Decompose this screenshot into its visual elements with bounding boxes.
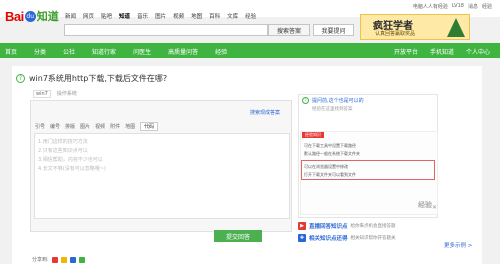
nav-map[interactable]: 地图 (191, 12, 202, 20)
tip-title-row: ? 提问前,这个也是可以的 (302, 97, 364, 104)
search-existing-link[interactable]: 搜索现成答案 (250, 109, 280, 116)
hint-line: 2.只有这些知识点可以 (38, 148, 88, 154)
cat-categories[interactable]: 分类 (34, 47, 46, 56)
nav-tieba[interactable]: 贴吧 (101, 12, 112, 20)
question-icon: ? (16, 74, 25, 83)
username[interactable]: 电脑人人有经验 (413, 3, 448, 10)
personal-center-link[interactable]: 个人中心 (466, 47, 490, 56)
renren-icon[interactable] (78, 256, 85, 263)
tip-subtitle: 经验在这里找到答案 (312, 107, 353, 112)
map-button[interactable]: 地图 (125, 123, 135, 130)
watermark: 经验 (418, 201, 432, 209)
search-input[interactable] (64, 24, 268, 36)
level-badge[interactable]: LV18 (452, 3, 464, 10)
video-button[interactable]: 视频 (95, 123, 105, 130)
experience-tag: 经验知识 (302, 132, 324, 138)
messages-link[interactable]: 消息 (468, 3, 478, 10)
nav-web[interactable]: 网页 (83, 12, 94, 20)
question-icon: ? (302, 97, 309, 104)
quote-button[interactable]: 引号 (35, 123, 45, 130)
tip-title[interactable]: 提问前,这个也是可以的 (312, 97, 364, 104)
question-title: win7系统用http下载,下载后文件在哪? (29, 74, 168, 83)
cat-home[interactable]: 首页 (5, 47, 17, 56)
question-meta: win7 操作系统 (33, 90, 77, 98)
submit-answer-button[interactable]: 提交回答 (214, 230, 262, 242)
cat-community[interactable]: 公社 (63, 47, 75, 56)
related-icon: ✚ (298, 234, 306, 242)
feature-row[interactable]: ▶ 直播回答知识点 给你来点机会直接答题 (298, 222, 396, 230)
attachment-button[interactable]: 附件 (110, 123, 120, 130)
cat-experts[interactable]: 知道行家 (92, 47, 116, 56)
nav-wenku[interactable]: 文库 (227, 12, 238, 20)
question-category[interactable]: 操作系统 (57, 90, 77, 98)
category-bar: 首页 分类 公社 知道行家 问医生 高质量问答 经验 开放平台 手机知道 个人中… (0, 43, 500, 58)
nav-news[interactable]: 新闻 (65, 12, 76, 20)
sample-line: 默认路径一般在系统下载文件夹 (304, 151, 360, 156)
numbering-button[interactable]: 编号 (50, 123, 60, 130)
nav-music[interactable]: 音乐 (137, 12, 148, 20)
format-button[interactable]: 排版 (65, 123, 75, 130)
answer-hints: 1.用门这样的技巧方法 2.只有这些知识点可以 3.相信帮助，内容不少也可以 4… (38, 138, 106, 174)
live-icon: ▶ (298, 222, 306, 230)
nav-baike[interactable]: 百科 (209, 12, 220, 20)
feature-desc: 给你来点机会直接答题 (350, 224, 396, 229)
mobile-link[interactable]: 手机知道 (430, 47, 454, 56)
qzone-icon[interactable] (60, 256, 67, 263)
image-button[interactable]: 图片 (80, 123, 90, 130)
tencent-icon[interactable] (69, 256, 76, 263)
share-row: 分享到: (32, 256, 85, 263)
sample-line: 可以在浏览器设置中修改 (304, 164, 348, 169)
cat-experience[interactable]: 经验 (215, 47, 227, 56)
experience-link[interactable]: 经验 (482, 3, 492, 10)
user-menu: 电脑人人有经验 LV18 消息 经验 (413, 3, 492, 10)
nav-images[interactable]: 图片 (155, 12, 166, 20)
feature-row[interactable]: ✚ 相关知识点还得 相关知识帮你开答题关 (298, 234, 396, 242)
promo-banner[interactable]: 疯狂学者 认真回答赢取奖品 (360, 14, 470, 40)
editor-toolbar: 引号 编号 排版 图片 视频 附件 地图 代码 (35, 122, 159, 131)
paw-icon: du (24, 10, 36, 22)
weibo-icon[interactable] (51, 256, 58, 263)
cat-quality[interactable]: 高质量问答 (168, 47, 198, 56)
question-tag[interactable]: win7 (33, 90, 51, 98)
nav-zhidao[interactable]: 知道 (119, 12, 130, 20)
main-nav: 新闻 网页 贴吧 知道 音乐 图片 视频 地图 百科 文库 经验 (65, 12, 256, 20)
feature-title: 相关知识点还得 (309, 236, 348, 242)
ask-question-button[interactable]: 我要提问 (313, 24, 354, 36)
sample-line: 可在下载工具中设置下载路径 (304, 143, 356, 148)
question-title-row: ? win7系统用http下载,下载后文件在哪? (16, 73, 167, 84)
feature-desc: 相关知识帮你开答题关 (350, 236, 396, 241)
tree-icon (447, 18, 465, 37)
feature-title: 直播回答知识点 (309, 224, 348, 230)
cat-doctor[interactable]: 问医生 (133, 47, 151, 56)
hint-line: 1.用门这样的技巧方法 (38, 139, 88, 145)
share-label: 分享到: (32, 257, 49, 263)
nav-video[interactable]: 视频 (173, 12, 184, 20)
promo-subtitle: 认真回答赢取奖品 (375, 31, 416, 37)
sample-line: 打开下载文件夹可以看到文件 (304, 172, 356, 177)
logo-text-bai: Bai (5, 8, 24, 24)
code-select[interactable]: 代码 (140, 122, 159, 131)
close-icon[interactable]: ✕ (432, 204, 437, 211)
logo-text-zhidao: 知道 (36, 10, 59, 23)
nav-jingyan[interactable]: 经验 (245, 12, 256, 20)
search-answer-button[interactable]: 搜索答案 (268, 24, 310, 36)
baidu-logo[interactable]: Bai du 知道 (5, 8, 59, 24)
open-platform-link[interactable]: 开放平台 (394, 47, 418, 56)
more-examples-link[interactable]: 更多示例 > (444, 241, 472, 249)
hint-line: 4.长文不够(没有可以忽略哦~) (38, 166, 106, 172)
hint-line: 3.相信帮助，内容不少也可以 (38, 157, 103, 163)
